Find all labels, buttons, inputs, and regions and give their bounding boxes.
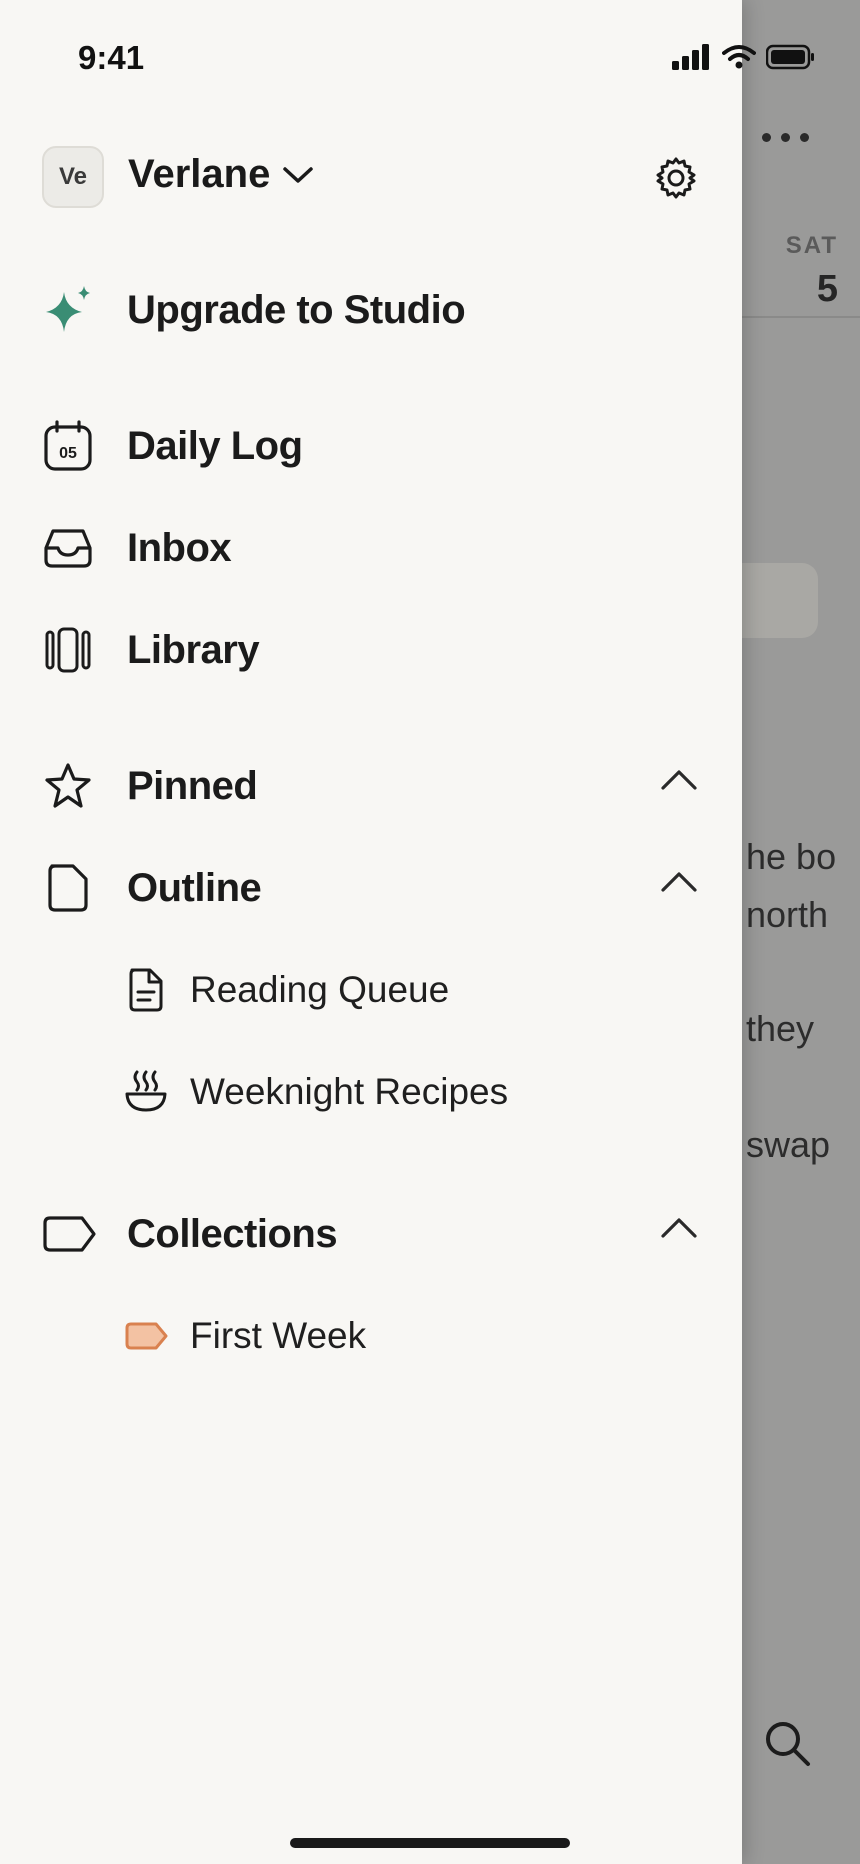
chevron-up-icon[interactable] [660, 1216, 698, 1240]
collection-item-label: First Week [190, 1315, 367, 1356]
sparkle-icon [42, 284, 94, 336]
tag-outline-icon [42, 1208, 98, 1260]
outline-item[interactable]: Reading Queue [124, 954, 702, 1026]
nav-item-inbox[interactable]: Inbox [42, 508, 702, 588]
outline-item-label: Reading Queue [190, 969, 450, 1010]
search-icon[interactable] [762, 1718, 812, 1773]
section-outline[interactable]: Outline [42, 848, 702, 928]
collection-item[interactable]: First Week [124, 1300, 702, 1372]
background-text: swap [746, 1124, 831, 1165]
gear-icon [656, 157, 696, 199]
inbox-icon [42, 522, 94, 574]
status-time: 9:41 [78, 39, 145, 76]
nav-label-inbox: Inbox [127, 525, 232, 570]
background-text: north [746, 894, 829, 935]
navigation-drawer: 9:41 Ve Verlane Upgrade to Studio 05 Dai… [0, 0, 814, 1864]
day-number: 5 [816, 268, 838, 310]
section-pinned[interactable]: Pinned [42, 746, 702, 826]
chevron-down-icon [283, 166, 314, 183]
signal-icon [672, 44, 709, 70]
section-collections[interactable]: Collections [42, 1194, 702, 1274]
library-icon [42, 624, 94, 676]
upgrade-button[interactable]: Upgrade to Studio [42, 270, 702, 350]
avatar[interactable]: Ve [42, 146, 104, 208]
upgrade-label: Upgrade to Studio [127, 287, 466, 332]
account-row: Ve Verlane [42, 146, 702, 210]
calendar-icon-number: 05 [59, 445, 77, 462]
background-page: SAT 5 he bo north they swap [742, 0, 860, 1864]
chevron-up-icon[interactable] [660, 768, 698, 792]
section-label-pinned: Pinned [127, 763, 258, 808]
nav-item-daily-log[interactable]: 05 Daily Log [42, 406, 702, 486]
battery-icon [766, 44, 814, 70]
header-divider [742, 316, 860, 318]
wifi-icon [722, 45, 756, 69]
day-name: SAT [785, 232, 838, 259]
background-block [742, 563, 818, 638]
home-indicator[interactable] [290, 1838, 570, 1848]
tag-icon [124, 1314, 170, 1358]
more-options-icon[interactable] [762, 133, 809, 142]
background-text: he bo [746, 836, 837, 877]
background-text: they [746, 1008, 815, 1049]
calendar-icon: 05 [42, 420, 94, 472]
section-label-outline: Outline [127, 865, 262, 910]
nav-item-library[interactable]: Library [42, 610, 702, 690]
status-icons [672, 44, 816, 70]
settings-button[interactable] [654, 156, 698, 205]
section-label-collections: Collections [127, 1211, 338, 1256]
outline-item[interactable]: Weeknight Recipes [124, 1056, 702, 1128]
chevron-up-icon[interactable] [660, 870, 698, 894]
document-icon [124, 968, 168, 1012]
star-icon [42, 760, 94, 812]
page-icon [42, 862, 94, 914]
bowl-icon [124, 1070, 168, 1114]
workspace-name: Verlane [128, 152, 271, 196]
nav-label-library: Library [127, 627, 260, 672]
nav-label-daily-log: Daily Log [127, 423, 303, 468]
outline-item-label: Weeknight Recipes [190, 1071, 509, 1112]
workspace-switcher[interactable]: Verlane [128, 152, 314, 197]
